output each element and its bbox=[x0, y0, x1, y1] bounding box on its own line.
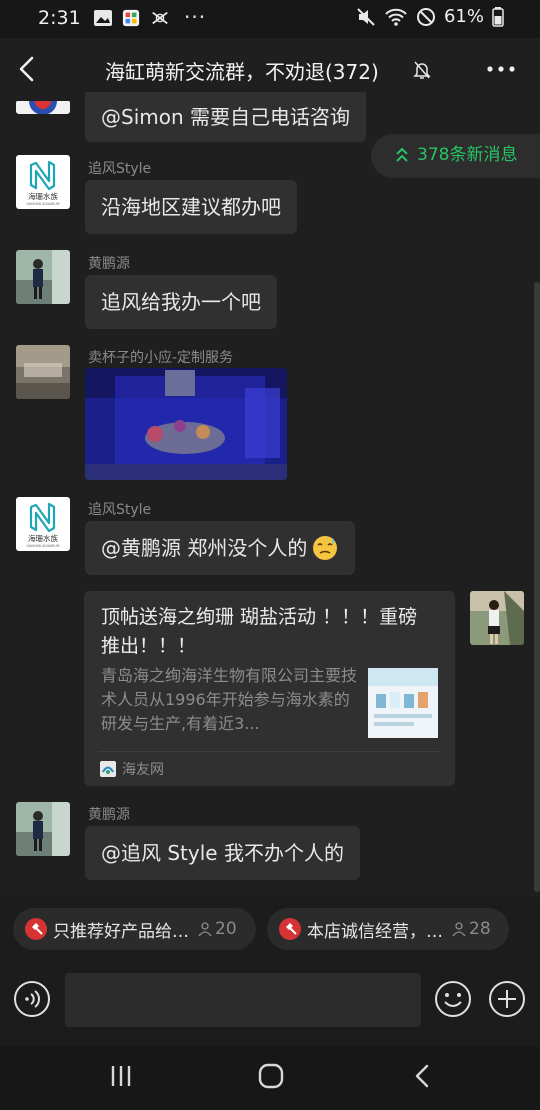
wifi-icon bbox=[385, 8, 407, 26]
mute-bubble-icon bbox=[152, 11, 168, 25]
message-bubble[interactable]: @Simon 需要自己电话咨询 bbox=[85, 92, 367, 142]
shared-link-card[interactable]: 顶帖送海之绚珊 瑚盐活动 ！！！重磅推出！！！ 青岛海之绚海洋生物有限公司主要技… bbox=[84, 591, 455, 786]
mute-icon bbox=[357, 7, 375, 26]
voice-input-icon[interactable] bbox=[13, 980, 51, 1018]
avatar-image bbox=[16, 100, 70, 114]
avatar[interactable] bbox=[16, 345, 70, 399]
aquarium-photo bbox=[85, 368, 287, 480]
svg-text:HAISHAN AQUARIUM: HAISHAN AQUARIUM bbox=[27, 202, 60, 206]
card-thumbnail-image bbox=[368, 668, 438, 738]
chip-count: 20 bbox=[197, 919, 237, 939]
sender-name: 追风Style bbox=[88, 161, 152, 177]
avatar-image: 海珊水族 HAISHAN AQUARIUM bbox=[16, 155, 70, 209]
nav-back-icon[interactable] bbox=[410, 1063, 436, 1089]
avatar[interactable] bbox=[16, 250, 70, 304]
avatar-image bbox=[470, 591, 524, 645]
recent-apps-icon[interactable] bbox=[108, 1063, 134, 1089]
chip-count-value: 20 bbox=[215, 919, 237, 939]
add-attachment-icon[interactable] bbox=[488, 980, 526, 1018]
message-bubble[interactable]: @追风 Style 我不办个人的 bbox=[85, 826, 360, 880]
system-nav-bar bbox=[0, 1047, 540, 1110]
avatar[interactable] bbox=[16, 802, 70, 856]
do-not-disturb-icon bbox=[416, 7, 435, 26]
avatar-image: 海珊水族 HAISHAN AQUARIUM bbox=[16, 497, 70, 551]
chip-label: 本店诚信经营，… bbox=[307, 921, 443, 942]
chip-item[interactable]: 本店诚信经营，… 28 bbox=[267, 908, 509, 950]
message-text: @黄鹏源 郑州没个人的 bbox=[101, 536, 308, 560]
home-icon[interactable] bbox=[258, 1063, 284, 1089]
chip-count-value: 28 bbox=[469, 919, 491, 939]
message-bubble[interactable]: 沿海地区建议都办吧 bbox=[85, 180, 297, 234]
new-messages-label: 378条新消息 bbox=[417, 145, 518, 165]
card-thumbnail bbox=[368, 668, 438, 738]
auction-hammer-icon bbox=[25, 918, 47, 940]
person-icon bbox=[198, 922, 212, 937]
avatar[interactable]: 海珊水族 HAISHAN AQUARIUM bbox=[16, 497, 70, 551]
avatar[interactable] bbox=[16, 100, 70, 114]
card-divider bbox=[98, 751, 441, 752]
sender-name: 卖杯子的小应-定制服务 bbox=[88, 350, 234, 366]
battery-icon bbox=[492, 6, 504, 27]
message-bubble[interactable]: 追风给我办一个吧 bbox=[85, 275, 277, 329]
chip-count: 28 bbox=[451, 919, 491, 939]
shared-photo[interactable] bbox=[85, 368, 287, 480]
muted-bell-icon bbox=[413, 61, 431, 79]
message-input[interactable] bbox=[65, 973, 421, 1027]
double-chevron-up-icon bbox=[396, 147, 408, 162]
card-source-name: 海友网 bbox=[122, 762, 164, 778]
more-options-icon[interactable] bbox=[486, 58, 516, 80]
chip-item[interactable]: 只推荐好产品给… 20 bbox=[13, 908, 256, 950]
chat-title: 海缸萌新交流群，不劝退(372) bbox=[105, 60, 379, 84]
status-overflow-dots: ··· bbox=[184, 5, 207, 29]
status-bar: 2:31 ··· 61% bbox=[0, 0, 540, 38]
my-avatar[interactable] bbox=[470, 591, 524, 645]
svg-text:HAISHAN AQUARIUM: HAISHAN AQUARIUM bbox=[27, 544, 60, 548]
status-right: 61% bbox=[356, 6, 504, 27]
message-bubble[interactable]: @黄鹏源 郑州没个人的 bbox=[85, 521, 356, 575]
chat-header: 海缸萌新交流群，不劝退(372) bbox=[0, 38, 540, 100]
scrollbar[interactable] bbox=[534, 282, 540, 892]
emoji-icon[interactable] bbox=[434, 980, 472, 1018]
svg-text:海珊水族: 海珊水族 bbox=[28, 533, 58, 543]
source-logo-icon bbox=[100, 761, 116, 777]
card-description: 青岛海之绚海洋生物有限公司主要技术人员从1996年开始参与海水素的研发与生产,有… bbox=[101, 666, 357, 733]
avatar-image bbox=[16, 345, 70, 399]
avatar-image bbox=[16, 250, 70, 304]
back-arrow-icon[interactable] bbox=[14, 54, 42, 84]
card-title: 顶帖送海之绚珊 瑚盐活动 ！！！重磅推出！！！ bbox=[101, 606, 418, 657]
sender-name: 追风Style bbox=[88, 502, 152, 518]
sender-name: 黄鹏源 bbox=[88, 256, 130, 272]
sweat-emoji-icon bbox=[313, 536, 338, 560]
avatar[interactable]: 海珊水族 HAISHAN AQUARIUM bbox=[16, 155, 70, 209]
input-bar bbox=[0, 957, 540, 1047]
battery-percent: 61% bbox=[443, 6, 484, 27]
status-time: 2:31 bbox=[38, 7, 81, 29]
app-icon bbox=[122, 9, 140, 27]
svg-text:海珊水族: 海珊水族 bbox=[28, 191, 58, 201]
auction-hammer-icon bbox=[279, 918, 301, 940]
pinned-chips: 只推荐好产品给… 20 本店诚信经营，… 28 bbox=[0, 897, 540, 957]
sender-name: 黄鹏源 bbox=[88, 807, 130, 823]
chip-label: 只推荐好产品给… bbox=[53, 921, 189, 942]
person-icon bbox=[452, 922, 466, 937]
new-messages-pill[interactable]: 378条新消息 bbox=[371, 134, 540, 178]
gallery-icon bbox=[94, 10, 112, 26]
avatar-image bbox=[16, 802, 70, 856]
card-source: 海友网 bbox=[100, 759, 164, 779]
